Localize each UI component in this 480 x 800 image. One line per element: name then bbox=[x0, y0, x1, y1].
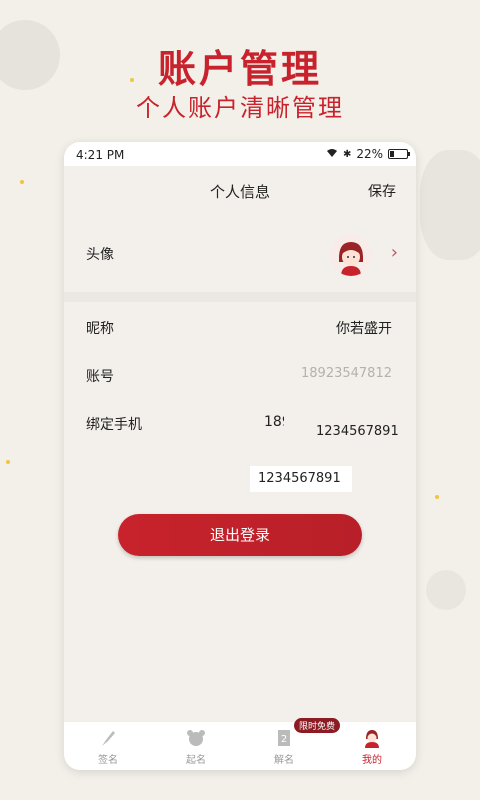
avatar[interactable] bbox=[330, 234, 372, 276]
info-section: 昵称 你若盛开 账号 18923547812 绑定手机 189 12345678… bbox=[64, 302, 416, 450]
logout-button[interactable]: 退出登录 bbox=[118, 514, 362, 556]
nickname-row[interactable]: 昵称 你若盛开 bbox=[64, 302, 416, 350]
number-card-icon: 2 bbox=[278, 730, 290, 746]
nav-bar: 个人信息 保存 bbox=[64, 166, 416, 214]
sparkle-decoration bbox=[20, 180, 24, 184]
tab-label: 我的 bbox=[362, 755, 382, 766]
lantern-decoration bbox=[420, 150, 480, 260]
account-value: 18923547812 bbox=[301, 366, 392, 381]
chevron-right-icon[interactable]: › bbox=[391, 242, 398, 263]
avatar-icon bbox=[330, 234, 372, 276]
phone-input-secondary[interactable]: 1234567891 bbox=[250, 466, 352, 492]
bluetooth-icon: ✱ bbox=[342, 148, 352, 160]
page-title: 个人信息 bbox=[209, 183, 270, 201]
tab-label: 签名 bbox=[98, 755, 118, 766]
user-avatar-icon bbox=[365, 730, 379, 748]
avatar-label: 头像 bbox=[86, 247, 114, 263]
sparkle-decoration bbox=[6, 460, 10, 464]
tab-mine[interactable]: 我的 bbox=[328, 728, 416, 766]
lantern-decoration bbox=[426, 570, 466, 610]
phone-frame: 4:21 PM ✱ 22% 个人信息 保存 头像 › 昵称 你若盛开 账号 18… bbox=[64, 142, 416, 770]
wifi-icon bbox=[326, 147, 338, 161]
lower-section: 1234567891 退出登录 bbox=[64, 450, 416, 722]
section-divider bbox=[64, 292, 416, 302]
battery-percent: 22% bbox=[356, 147, 383, 161]
avatar-row[interactable]: 头像 › bbox=[64, 214, 416, 292]
status-right: ✱ 22% bbox=[326, 147, 410, 161]
sparkle-decoration bbox=[435, 495, 439, 499]
svg-text:2: 2 bbox=[281, 734, 287, 745]
baby-icon bbox=[187, 730, 205, 746]
tab-label: 解名 bbox=[274, 755, 294, 766]
promo-subtitle: 个人账户清晰管理 bbox=[136, 94, 344, 122]
status-time: 4:21 PM bbox=[76, 148, 125, 162]
nickname-value[interactable]: 你若盛开 bbox=[336, 318, 392, 338]
status-bar: 4:21 PM ✱ 22% bbox=[64, 142, 416, 166]
save-button[interactable]: 保存 bbox=[368, 181, 396, 201]
tab-signature[interactable]: 签名 bbox=[64, 728, 152, 766]
account-row[interactable]: 账号 18923547812 bbox=[64, 350, 416, 398]
tab-bar: 限时免费 签名 起名 2 解名 我的 bbox=[64, 718, 416, 770]
tab-interpret[interactable]: 2 解名 bbox=[240, 728, 328, 766]
phone-label: 绑定手机 bbox=[86, 417, 142, 433]
phone-prefix: 189 bbox=[264, 414, 284, 430]
promo-title: 账户管理 bbox=[157, 47, 322, 91]
nickname-label: 昵称 bbox=[86, 321, 114, 337]
account-label: 账号 bbox=[86, 369, 114, 385]
tab-naming[interactable]: 起名 bbox=[152, 728, 240, 766]
phone-input[interactable]: 1234567891 bbox=[316, 424, 399, 439]
tab-label: 起名 bbox=[186, 755, 206, 766]
battery-icon bbox=[388, 149, 410, 159]
brush-icon bbox=[102, 731, 115, 746]
